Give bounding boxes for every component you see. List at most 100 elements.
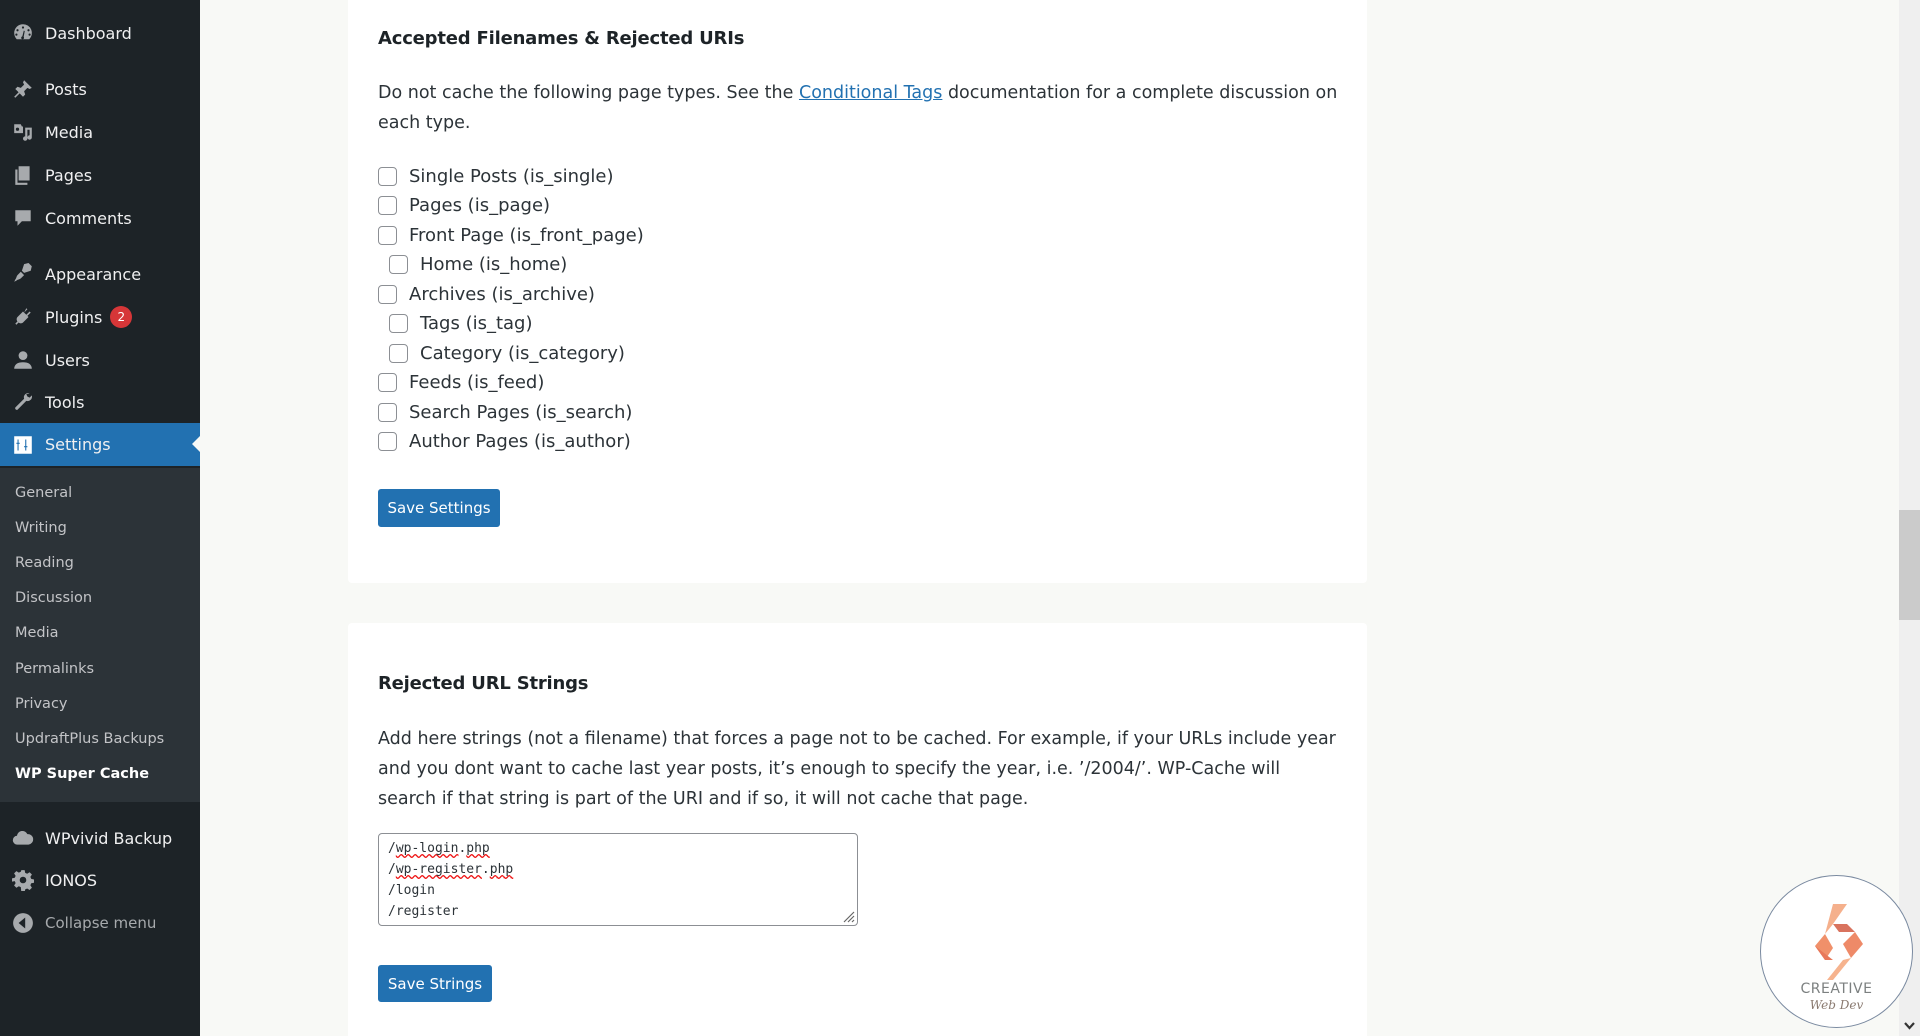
submenu-permalinks[interactable]: Permalinks [0, 651, 200, 686]
menu-label: Appearance [45, 264, 142, 284]
menu-item-posts[interactable]: Posts [0, 69, 200, 109]
submenu-media[interactable]: Media [0, 616, 200, 651]
gear-icon [11, 868, 35, 892]
logo-mark-icon [1815, 904, 1863, 980]
menu-label: Plugins [45, 307, 103, 327]
section-description: Add here strings (not a filename) that f… [378, 729, 1336, 809]
checkbox[interactable] [389, 255, 408, 274]
comment-icon [11, 206, 35, 230]
checkbox[interactable] [378, 402, 397, 422]
checkbox-label: Front Page (is_front_page) [409, 224, 644, 246]
admin-sidebar: Dashboard Posts Media Pages Comments App… [0, 0, 200, 1036]
menu-label: Media [45, 122, 94, 142]
checkbox[interactable] [378, 432, 397, 451]
cloud-icon [11, 826, 35, 850]
menu-item-tools[interactable]: Tools [0, 382, 200, 422]
checkbox-label: Feeds (is_feed) [409, 372, 545, 393]
conditional-tags-link[interactable]: Conditional Tags [799, 83, 942, 103]
submenu-updraftplus-backups[interactable]: UpdraftPlus Backups [0, 721, 200, 756]
checkbox-tags[interactable]: Tags (is_tag) [389, 310, 533, 338]
menu-label: Posts [45, 79, 87, 99]
collapse-menu-button[interactable]: Collapse menu [0, 903, 200, 943]
plug-icon [11, 305, 35, 329]
scroll-down-arrow-icon[interactable] [1903, 1020, 1916, 1032]
textarea-line: /register [388, 904, 459, 919]
checkbox[interactable] [378, 284, 397, 304]
checkbox-archives[interactable]: Archives (is_archive) [378, 280, 595, 308]
checkbox-home[interactable]: Home (is_home) [389, 251, 567, 279]
section-title: Accepted Filenames & Rejected URIs [378, 28, 745, 49]
submenu-general[interactable]: General [0, 475, 200, 510]
creative-web-dev-logo: CREATIVE Web Dev [1760, 875, 1913, 1028]
menu-label: Pages [45, 165, 93, 185]
menu-label: IONOS [45, 870, 98, 890]
settings-submenu: General Writing Reading Discussion Media… [0, 468, 200, 802]
textarea-line: /wp-login.php [388, 841, 490, 856]
checkbox[interactable] [378, 373, 397, 392]
submenu-wp-super-cache[interactable]: WP Super Cache [0, 757, 200, 792]
scrollbar-thumb[interactable] [1899, 510, 1920, 620]
menu-label: Users [45, 350, 90, 370]
menu-item-settings[interactable]: Settings [0, 423, 200, 466]
menu-label: Dashboard [45, 23, 132, 43]
dashboard-icon [11, 21, 35, 45]
checkbox-single-posts[interactable]: Single Posts (is_single) [378, 162, 614, 190]
rejected-url-strings-card: Rejected URL Strings Add here strings (n… [348, 623, 1367, 1036]
checkbox-author-pages[interactable]: Author Pages (is_author) [378, 428, 631, 456]
checkbox-pages[interactable]: Pages (is_page) [378, 192, 550, 220]
submenu-discussion[interactable]: Discussion [0, 581, 200, 616]
menu-item-ionos[interactable]: IONOS [0, 860, 200, 900]
menu-item-media[interactable]: Media [0, 112, 200, 152]
logo-text-secondary: Web Dev [1809, 998, 1864, 1012]
menu-item-plugins[interactable]: Plugins 2 [0, 297, 200, 337]
page-scrollbar[interactable] [1899, 0, 1920, 1036]
brush-icon [11, 262, 35, 286]
save-settings-button[interactable]: Save Settings [378, 489, 500, 527]
checkbox-label: Archives (is_archive) [409, 283, 595, 305]
checkbox-search-pages[interactable]: Search Pages (is_search) [378, 398, 632, 426]
checkbox[interactable] [378, 166, 397, 186]
menu-item-pages[interactable]: Pages [0, 155, 200, 195]
submenu-reading[interactable]: Reading [0, 545, 200, 580]
checkbox-label: Search Pages (is_search) [409, 401, 633, 423]
plugins-update-badge: 2 [110, 306, 133, 328]
submenu-privacy[interactable]: Privacy [0, 686, 200, 721]
menu-item-dashboard[interactable]: Dashboard [0, 13, 200, 53]
save-strings-button[interactable]: Save Strings [378, 965, 492, 1002]
menu-label: Settings [45, 435, 111, 454]
checkbox-category[interactable]: Category (is_category) [389, 339, 625, 367]
menu-label: Tools [45, 392, 85, 412]
menu-label: Collapse menu [45, 914, 157, 932]
section-description: Do not cache the following page types. S… [378, 78, 1338, 138]
checkbox[interactable] [378, 196, 397, 215]
wrench-icon [11, 390, 35, 414]
checkbox[interactable] [378, 225, 397, 245]
menu-item-users[interactable]: Users [0, 340, 200, 380]
menu-item-wpvivid-backup[interactable]: WPvivid Backup [0, 818, 200, 858]
media-icon [11, 120, 35, 144]
checkbox-front-page[interactable]: Front Page (is_front_page) [378, 221, 644, 249]
rejected-strings-textarea[interactable]: /wp-login.php /wp-register.php /login /r… [378, 833, 858, 926]
pages-icon [11, 163, 35, 187]
checkbox[interactable] [389, 314, 408, 333]
textarea-line: /login [388, 883, 435, 898]
menu-label: Comments [45, 208, 132, 228]
menu-item-appearance[interactable]: Appearance [0, 254, 200, 294]
textarea-line: /wp-register.php [388, 862, 514, 877]
checkbox-label: Category (is_category) [420, 342, 625, 364]
checkbox-label: Pages (is_page) [409, 195, 551, 216]
checkbox-label: Tags (is_tag) [420, 313, 533, 334]
accepted-filenames-card: Accepted Filenames & Rejected URIs Do no… [348, 0, 1367, 583]
resize-handle-icon[interactable] [841, 909, 855, 923]
section-title: Rejected URL Strings [378, 673, 589, 694]
checkbox[interactable] [389, 343, 408, 363]
user-icon [11, 348, 35, 372]
menu-label: WPvivid Backup [45, 828, 173, 848]
desc-text: Do not cache the following page types. S… [378, 83, 799, 103]
menu-item-comments[interactable]: Comments [0, 198, 200, 238]
checkbox-label: Author Pages (is_author) [409, 431, 631, 452]
logo-text-primary: CREATIVE [1800, 981, 1873, 997]
submenu-writing[interactable]: Writing [0, 510, 200, 545]
checkbox-feeds[interactable]: Feeds (is_feed) [378, 369, 544, 397]
pin-icon [11, 77, 35, 101]
